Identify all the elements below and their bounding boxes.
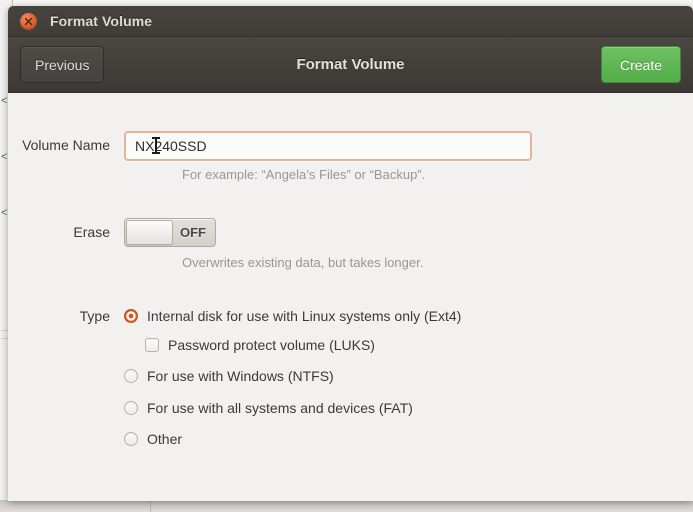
previous-button[interactable]: Previous	[20, 46, 104, 83]
dialog-content: Volume Name For example: “Angela’s Files…	[8, 93, 693, 500]
type-option-label: Internal disk for use with Linux systems…	[147, 308, 461, 324]
type-option-label: For use with Windows (NTFS)	[147, 368, 334, 384]
type-option-ext4[interactable]: Internal disk for use with Linux systems…	[124, 302, 461, 330]
create-button-label: Create	[620, 57, 662, 73]
volume-name-label: Volume Name	[8, 131, 124, 159]
erase-hint: Overwrites existing data, but takes long…	[182, 255, 423, 270]
volume-name-input[interactable]	[124, 131, 532, 161]
radio-icon[interactable]	[124, 432, 138, 446]
type-option-ntfs[interactable]: For use with Windows (NTFS)	[124, 360, 461, 392]
erase-row: Erase OFF	[8, 218, 216, 247]
type-option-other[interactable]: Other	[124, 423, 461, 454]
window-title: Format Volume	[50, 13, 152, 29]
close-icon[interactable]	[20, 13, 37, 30]
type-label: Type	[8, 302, 124, 330]
dialog-headerbar: Previous Format Volume Create	[8, 37, 693, 93]
erase-toggle-state: OFF	[173, 225, 215, 240]
checkbox-icon[interactable]	[145, 338, 159, 352]
dialog-titlebar: Format Volume	[8, 6, 693, 37]
text-cursor-icon	[155, 137, 157, 154]
previous-button-label: Previous	[35, 57, 89, 73]
erase-toggle-knob[interactable]	[126, 220, 173, 245]
type-option-label: Other	[147, 431, 182, 447]
type-option-fat[interactable]: For use with all systems and devices (FA…	[124, 392, 461, 423]
background-vertical-divider	[150, 500, 151, 512]
headerbar-title: Format Volume	[8, 56, 693, 73]
format-volume-dialog: Format Volume Previous Format Volume Cre…	[8, 6, 693, 501]
background-glyph: <	[1, 152, 7, 163]
radio-icon[interactable]	[124, 309, 138, 323]
radio-icon[interactable]	[124, 401, 138, 415]
screen: < < < Format Volume Previous Format Volu…	[0, 0, 693, 512]
erase-toggle[interactable]: OFF	[124, 218, 216, 247]
luks-option-label: Password protect volume (LUKS)	[168, 337, 375, 353]
create-button[interactable]: Create	[601, 46, 681, 83]
type-option-label: For use with all systems and devices (FA…	[147, 400, 413, 416]
background-bottom-strip	[0, 500, 693, 512]
erase-label: Erase	[8, 218, 124, 246]
background-glyph: <	[1, 208, 7, 219]
volume-name-hint: For example: “Angela’s Files” or “Backup…	[182, 167, 425, 182]
type-row: Type Internal disk for use with Linux sy…	[8, 302, 461, 454]
luks-checkbox-option[interactable]: Password protect volume (LUKS)	[145, 330, 461, 360]
volume-name-row: Volume Name	[8, 131, 532, 161]
background-glyph: <	[1, 96, 7, 107]
radio-icon[interactable]	[124, 369, 138, 383]
